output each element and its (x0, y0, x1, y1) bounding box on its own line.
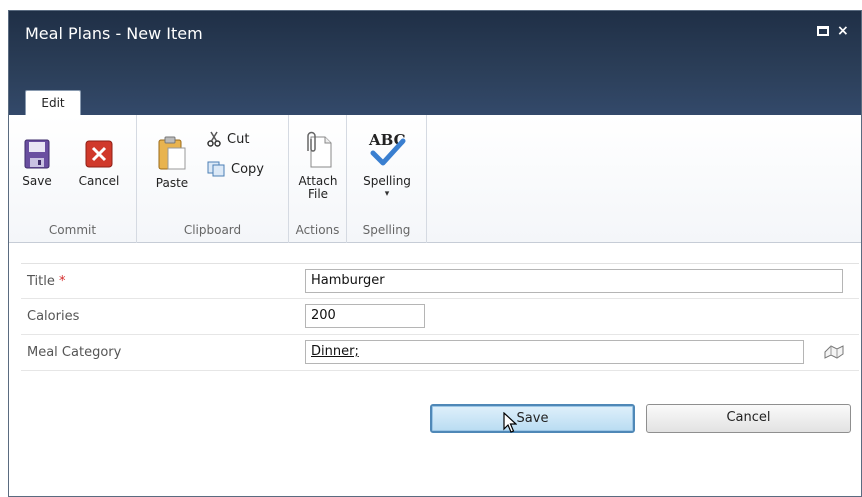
mouse-cursor-icon (503, 412, 517, 433)
field-label-meal-category: Meal Category (27, 345, 122, 360)
meal-category-input[interactable]: Dinner; (305, 340, 804, 364)
form-row-calories: Calories 200 (21, 299, 859, 335)
group-label-commit: Commit (48, 223, 97, 237)
scissors-icon (207, 131, 221, 147)
ribbon-group-commit: Save Cancel Commit (9, 115, 137, 243)
required-asterisk: * (59, 274, 66, 289)
spelling-button[interactable]: ABC Spelling ▾ (355, 129, 419, 201)
group-label-clipboard: Clipboard (183, 223, 242, 237)
ribbon-group-actions: Attach File Actions (289, 115, 347, 243)
group-label-actions: Actions (295, 223, 340, 237)
calories-input[interactable]: 200 (305, 304, 425, 328)
floppy-disk-icon (24, 139, 50, 169)
maximize-icon[interactable] (817, 26, 829, 36)
clipboard-paste-icon (158, 136, 186, 170)
item-form: Title * Hamburger Calories 200 Meal Cate… (21, 263, 859, 371)
attach-file-button[interactable]: Attach File (293, 131, 343, 201)
new-item-dialog: Meal Plans - New Item × Edit Save Cancel… (8, 10, 862, 497)
spelling-dropdown-arrow[interactable]: ▾ (355, 188, 419, 201)
save-button[interactable]: Save (17, 139, 57, 188)
field-label-calories: Calories (27, 309, 80, 324)
browse-lookup-icon[interactable] (823, 344, 845, 360)
copy-icon (207, 161, 225, 177)
cancel-button[interactable]: Cancel (646, 404, 851, 433)
ribbon-group-clipboard: Paste Cut Copy Clipboard (137, 115, 289, 243)
paste-button[interactable]: Paste (151, 135, 193, 190)
form-row-title: Title * Hamburger (21, 263, 859, 299)
tab-edit[interactable]: Edit (25, 90, 81, 116)
group-label-spelling: Spelling (362, 223, 411, 237)
close-icon[interactable]: × (837, 24, 849, 38)
copy-button[interactable]: Copy (207, 161, 264, 177)
title-input[interactable]: Hamburger (305, 269, 843, 293)
field-label-title: Title * (27, 274, 66, 289)
form-row-meal-category: Meal Category Dinner; (21, 335, 859, 371)
ribbon-group-spelling: ABC Spelling ▾ Spelling (347, 115, 427, 243)
ribbon: Save Cancel Commit Paste Cut Copy Clipbo… (9, 115, 861, 243)
cancel-ribbon-button[interactable]: Cancel (69, 139, 129, 188)
save-button-bottom[interactable]: Save (430, 404, 635, 433)
cancel-x-icon (85, 140, 113, 168)
cut-button[interactable]: Cut (207, 131, 249, 147)
dialog-title: Meal Plans - New Item (25, 24, 203, 43)
paperclip-document-icon (307, 131, 332, 168)
title-bar: Meal Plans - New Item × Edit (9, 11, 861, 116)
spell-check-icon: ABC (368, 131, 406, 166)
